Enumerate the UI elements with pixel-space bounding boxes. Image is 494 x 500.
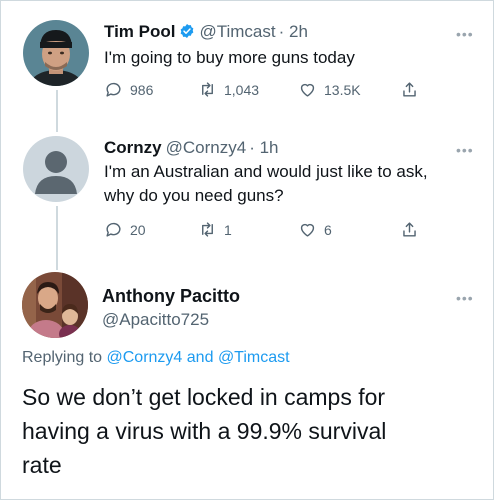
tweet-actions: 20 1 6 (104, 220, 434, 242)
tweet-text-line: having a virus with a 99.9% survival (22, 418, 387, 444)
heart-icon (300, 223, 315, 237)
thread-line (56, 90, 58, 132)
tweet-text: I'm an Australian and would just like to… (104, 160, 484, 208)
avatar[interactable] (22, 272, 88, 338)
tweet-header: Cornzy @Cornzy4 · 1h (104, 138, 278, 158)
avatar[interactable] (23, 20, 89, 86)
tweet-text-line: I'm an Australian and would just like to… (104, 162, 428, 181)
display-name[interactable]: Cornzy (104, 138, 162, 157)
user-handle[interactable]: @Apacitto725 (102, 310, 209, 330)
share-button[interactable] (400, 80, 426, 99)
like-button[interactable]: 6 (298, 220, 332, 239)
reply-button[interactable]: 20 (104, 220, 146, 239)
reply-count: 986 (130, 81, 154, 98)
focused-tweet-text: So we don’t get locked in camps for havi… (22, 380, 472, 482)
share-icon (403, 222, 416, 237)
more-options-icon[interactable]: ••• (456, 290, 474, 306)
retweet-button[interactable]: 1,043 (198, 80, 259, 99)
display-name[interactable]: Anthony Pacitto (102, 286, 240, 307)
display-name[interactable]: Tim Pool (104, 22, 175, 41)
thread-line (56, 206, 58, 270)
like-count: 13.5K (324, 81, 361, 98)
reply-button[interactable]: 986 (104, 80, 153, 99)
retweet-button[interactable]: 1 (198, 220, 232, 239)
more-options-icon[interactable]: ••• (456, 142, 474, 158)
timestamp[interactable]: · 1h (249, 138, 278, 157)
retweet-icon (202, 82, 213, 97)
retweet-icon (202, 222, 213, 237)
verified-badge-icon (181, 24, 194, 38)
retweet-count: 1 (224, 221, 232, 238)
timestamp[interactable]: · 2h (279, 22, 308, 41)
heart-icon (300, 83, 315, 97)
tweet-text-line: why do you need guns? (104, 186, 284, 205)
reply-icon (106, 222, 121, 237)
reply-count: 20 (130, 221, 146, 238)
reply-icon (106, 82, 121, 97)
tweet-actions: 986 1,043 13.5K (104, 80, 434, 102)
like-button[interactable]: 13.5K (298, 80, 361, 99)
share-icon (403, 82, 416, 97)
mention-and: and (186, 349, 214, 366)
replying-to-label: Replying to (22, 349, 103, 366)
share-button[interactable] (400, 220, 426, 239)
tweet-header: Tim Pool @Timcast · 2h (104, 22, 308, 42)
mention-link[interactable]: @Cornzy4 (107, 349, 183, 366)
replying-to: Replying to @Cornzy4 and @Timcast (22, 349, 290, 367)
user-handle[interactable]: @Cornzy4 (166, 138, 247, 157)
mention-link[interactable]: @Timcast (218, 349, 290, 366)
tweet-text: I'm going to buy more guns today (104, 48, 355, 67)
tweet-text-line: So we don’t get locked in camps for (22, 384, 386, 410)
more-options-icon[interactable]: ••• (456, 26, 474, 42)
avatar[interactable] (23, 136, 89, 202)
retweet-count: 1,043 (224, 81, 260, 98)
user-handle[interactable]: @Timcast (199, 22, 275, 41)
tweet-text-line: rate (22, 452, 62, 478)
like-count: 6 (324, 221, 332, 238)
